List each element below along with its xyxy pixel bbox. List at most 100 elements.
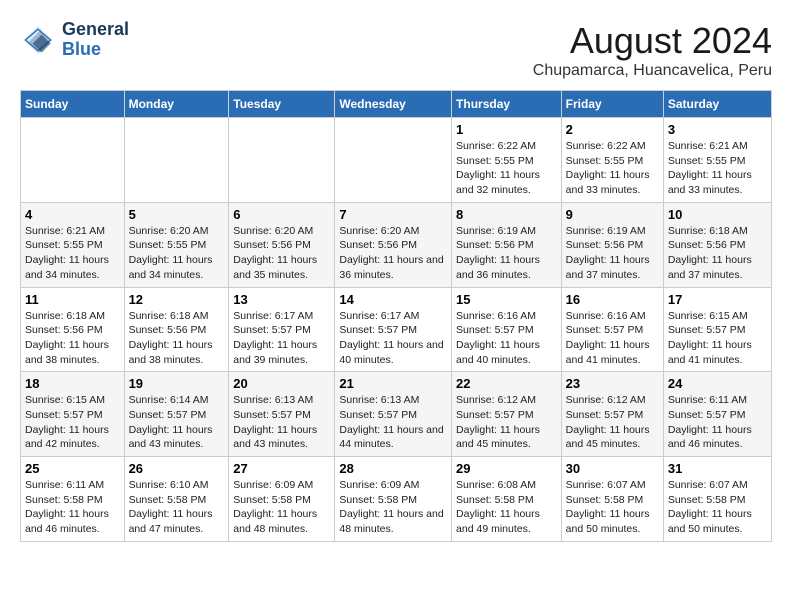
- header-cell-monday: Monday: [124, 91, 229, 118]
- week-row-4: 18Sunrise: 6:15 AMSunset: 5:57 PMDayligh…: [21, 372, 772, 457]
- day-info: Sunrise: 6:15 AMSunset: 5:57 PMDaylight:…: [25, 394, 109, 450]
- day-cell-9: 9Sunrise: 6:19 AMSunset: 5:56 PMDaylight…: [561, 202, 663, 287]
- day-cell-28: 28 Sunrise: 6:09 AMSunset: 5:58 PMDayligh…: [335, 457, 452, 542]
- header-cell-friday: Friday: [561, 91, 663, 118]
- day-number: 30: [566, 461, 659, 476]
- day-cell-empty-0-0: [21, 118, 125, 203]
- day-info: Sunrise: 6:12 AMSunset: 5:57 PMDaylight:…: [456, 394, 540, 450]
- day-info: Sunrise: 6:09 AMSunset: 5:58 PMDaylight:…: [233, 479, 317, 535]
- day-number: 10: [668, 207, 767, 222]
- day-number: 12: [129, 292, 225, 307]
- day-number: 9: [566, 207, 659, 222]
- day-info: Sunrise: 6:13 AMSunset: 5:57 PMDaylight:…: [339, 394, 443, 450]
- day-number: 21: [339, 376, 447, 391]
- header-cell-saturday: Saturday: [663, 91, 771, 118]
- day-info: Sunrise: 6:18 AMSunset: 5:56 PMDaylight:…: [668, 225, 752, 281]
- day-info: Sunrise: 6:17 AMSunset: 5:57 PMDaylight:…: [233, 310, 317, 366]
- day-number: 22: [456, 376, 557, 391]
- day-number: 3: [668, 122, 767, 137]
- day-number: 6: [233, 207, 330, 222]
- day-number: 25: [25, 461, 120, 476]
- day-number: 27: [233, 461, 330, 476]
- day-info: Sunrise: 6:07 AMSunset: 5:58 PMDaylight:…: [566, 479, 650, 535]
- day-cell-13: 13 Sunrise: 6:17 AMSunset: 5:57 PMDayligh…: [229, 287, 335, 372]
- header-row: SundayMondayTuesdayWednesdayThursdayFrid…: [21, 91, 772, 118]
- day-info: Sunrise: 6:09 AMSunset: 5:58 PMDaylight:…: [339, 479, 443, 535]
- day-info: Sunrise: 6:11 AMSunset: 5:57 PMDaylight:…: [668, 394, 752, 450]
- day-cell-7: 7 Sunrise: 6:20 AMSunset: 5:56 PMDaylight…: [335, 202, 452, 287]
- day-number: 1: [456, 122, 557, 137]
- day-cell-empty-0-3: [335, 118, 452, 203]
- day-cell-24: 24 Sunrise: 6:11 AMSunset: 5:57 PMDayligh…: [663, 372, 771, 457]
- day-cell-19: 19Sunrise: 6:14 AMSunset: 5:57 PMDayligh…: [124, 372, 229, 457]
- day-info: Sunrise: 6:20 AMSunset: 5:55 PMDaylight:…: [129, 225, 213, 281]
- day-number: 28: [339, 461, 447, 476]
- day-number: 16: [566, 292, 659, 307]
- day-cell-empty-0-1: [124, 118, 229, 203]
- day-number: 13: [233, 292, 330, 307]
- day-cell-26: 26 Sunrise: 6:10 AMSunset: 5:58 PMDayligh…: [124, 457, 229, 542]
- day-number: 26: [129, 461, 225, 476]
- calendar-title: August 2024: [533, 20, 772, 62]
- day-info: Sunrise: 6:20 AMSunset: 5:56 PMDaylight:…: [233, 225, 317, 281]
- day-info: Sunrise: 6:07 AMSunset: 5:58 PMDaylight:…: [668, 479, 752, 535]
- day-cell-21: 21 Sunrise: 6:13 AMSunset: 5:57 PMDayligh…: [335, 372, 452, 457]
- header-cell-thursday: Thursday: [452, 91, 562, 118]
- logo-line2: Blue: [62, 40, 129, 60]
- day-number: 15: [456, 292, 557, 307]
- page-header: General Blue August 2024 Chupamarca, Hua…: [20, 20, 772, 80]
- week-row-5: 25 Sunrise: 6:11 AMSunset: 5:58 PMDayligh…: [21, 457, 772, 542]
- day-cell-3: 3Sunrise: 6:21 AMSunset: 5:55 PMDaylight…: [663, 118, 771, 203]
- logo-text: General Blue: [62, 20, 129, 60]
- day-info: Sunrise: 6:19 AMSunset: 5:56 PMDaylight:…: [456, 225, 540, 281]
- week-row-2: 4 Sunrise: 6:21 AMSunset: 5:55 PMDaylight…: [21, 202, 772, 287]
- day-cell-18: 18Sunrise: 6:15 AMSunset: 5:57 PMDayligh…: [21, 372, 125, 457]
- day-info: Sunrise: 6:13 AMSunset: 5:57 PMDaylight:…: [233, 394, 317, 450]
- calendar-subtitle: Chupamarca, Huancavelica, Peru: [533, 62, 772, 80]
- day-cell-29: 29Sunrise: 6:08 AMSunset: 5:58 PMDayligh…: [452, 457, 562, 542]
- day-cell-4: 4 Sunrise: 6:21 AMSunset: 5:55 PMDaylight…: [21, 202, 125, 287]
- day-info: Sunrise: 6:18 AMSunset: 5:56 PMDaylight:…: [25, 310, 109, 366]
- day-info: Sunrise: 6:10 AMSunset: 5:58 PMDaylight:…: [129, 479, 213, 535]
- logo: General Blue: [20, 20, 129, 60]
- day-cell-12: 12 Sunrise: 6:18 AMSunset: 5:56 PMDayligh…: [124, 287, 229, 372]
- day-number: 4: [25, 207, 120, 222]
- day-cell-5: 5 Sunrise: 6:20 AMSunset: 5:55 PMDaylight…: [124, 202, 229, 287]
- day-info: Sunrise: 6:17 AMSunset: 5:57 PMDaylight:…: [339, 310, 443, 366]
- day-cell-31: 31Sunrise: 6:07 AMSunset: 5:58 PMDayligh…: [663, 457, 771, 542]
- calendar-table: SundayMondayTuesdayWednesdayThursdayFrid…: [20, 90, 772, 542]
- day-cell-14: 14Sunrise: 6:17 AMSunset: 5:57 PMDayligh…: [335, 287, 452, 372]
- day-info: Sunrise: 6:11 AMSunset: 5:58 PMDaylight:…: [25, 479, 109, 535]
- header-cell-tuesday: Tuesday: [229, 91, 335, 118]
- day-info: Sunrise: 6:21 AMSunset: 5:55 PMDaylight:…: [25, 225, 109, 281]
- day-number: 24: [668, 376, 767, 391]
- day-cell-10: 10 Sunrise: 6:18 AMSunset: 5:56 PMDayligh…: [663, 202, 771, 287]
- day-cell-8: 8 Sunrise: 6:19 AMSunset: 5:56 PMDaylight…: [452, 202, 562, 287]
- day-cell-16: 16Sunrise: 6:16 AMSunset: 5:57 PMDayligh…: [561, 287, 663, 372]
- day-number: 5: [129, 207, 225, 222]
- day-number: 19: [129, 376, 225, 391]
- day-info: Sunrise: 6:15 AMSunset: 5:57 PMDaylight:…: [668, 310, 752, 366]
- day-cell-25: 25 Sunrise: 6:11 AMSunset: 5:58 PMDayligh…: [21, 457, 125, 542]
- day-cell-30: 30 Sunrise: 6:07 AMSunset: 5:58 PMDayligh…: [561, 457, 663, 542]
- header-cell-wednesday: Wednesday: [335, 91, 452, 118]
- day-cell-1: 1Sunrise: 6:22 AMSunset: 5:55 PMDaylight…: [452, 118, 562, 203]
- day-cell-15: 15 Sunrise: 6:16 AMSunset: 5:57 PMDayligh…: [452, 287, 562, 372]
- day-cell-23: 23 Sunrise: 6:12 AMSunset: 5:57 PMDayligh…: [561, 372, 663, 457]
- week-row-3: 11Sunrise: 6:18 AMSunset: 5:56 PMDayligh…: [21, 287, 772, 372]
- day-info: Sunrise: 6:18 AMSunset: 5:56 PMDaylight:…: [129, 310, 213, 366]
- day-cell-27: 27 Sunrise: 6:09 AMSunset: 5:58 PMDayligh…: [229, 457, 335, 542]
- day-info: Sunrise: 6:12 AMSunset: 5:57 PMDaylight:…: [566, 394, 650, 450]
- day-number: 23: [566, 376, 659, 391]
- day-info: Sunrise: 6:22 AMSunset: 5:55 PMDaylight:…: [566, 140, 650, 196]
- day-cell-20: 20Sunrise: 6:13 AMSunset: 5:57 PMDayligh…: [229, 372, 335, 457]
- day-info: Sunrise: 6:16 AMSunset: 5:57 PMDaylight:…: [456, 310, 540, 366]
- day-info: Sunrise: 6:20 AMSunset: 5:56 PMDaylight:…: [339, 225, 443, 281]
- day-number: 8: [456, 207, 557, 222]
- week-row-1: 1 Sunrise: 6:22 AMSunset: 5:55 PMDaylight…: [21, 118, 772, 203]
- day-number: 29: [456, 461, 557, 476]
- day-number: 7: [339, 207, 447, 222]
- header-cell-sunday: Sunday: [21, 91, 125, 118]
- day-number: 17: [668, 292, 767, 307]
- day-cell-17: 17 Sunrise: 6:15 AMSunset: 5:57 PMDayligh…: [663, 287, 771, 372]
